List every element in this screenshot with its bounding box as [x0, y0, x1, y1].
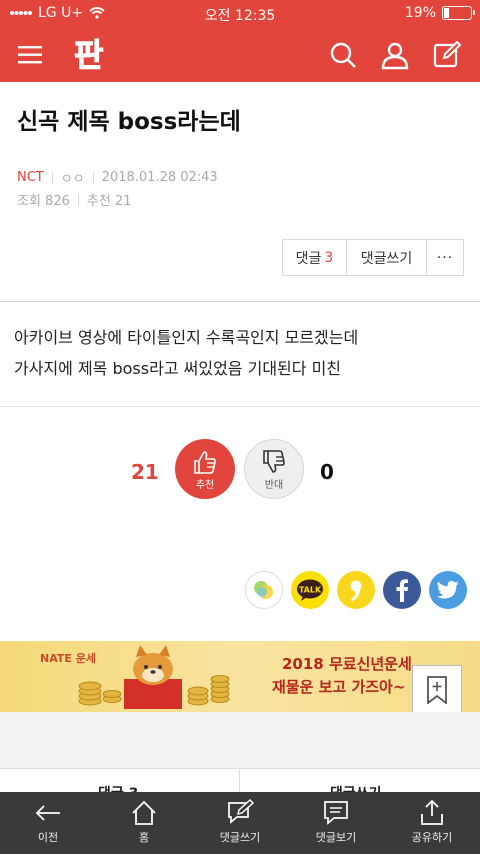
more-button[interactable]: ···: [427, 240, 463, 275]
facebook-f-icon: [396, 579, 408, 602]
post-body: 아카이브 영상에 타이틀인지 수록곡인지 모르겠는데 가사지에 제목 boss라…: [14, 322, 358, 384]
battery-percent: 19%: [404, 5, 436, 21]
post-stats: 조회 826 추천 21: [17, 190, 131, 209]
downvote-count: 0: [320, 460, 334, 484]
battery-fill: [444, 8, 449, 18]
status-bar: LG U+ 오전 12:35 19%: [0, 0, 480, 28]
thumbs-down-icon: [263, 449, 285, 473]
upvote-count: 21: [131, 460, 159, 484]
twitter-icon[interactable]: [429, 571, 467, 609]
tab-divider: [239, 769, 240, 793]
author-link[interactable]: NCT: [17, 170, 44, 185]
nav-share[interactable]: 공유하기: [384, 792, 480, 854]
band-icon[interactable]: [337, 571, 375, 609]
logo-text: 판: [74, 36, 103, 74]
bookmark-plus-icon: [427, 676, 447, 704]
comment-tabs: 댓글 3 댓글쓰기: [0, 768, 480, 802]
views-count: 조회 826: [17, 194, 70, 209]
upvote-button[interactable]: 추천: [175, 439, 235, 499]
section-gap: [0, 712, 480, 768]
kakaotalk-icon[interactable]: TALK: [291, 571, 329, 609]
comment-count: 3: [324, 249, 334, 266]
post-meta: NCT ㅇㅇ 2018.01.28 02:43: [17, 168, 218, 187]
bottom-nav: 이전 홈 댓글쓰기 댓글보기 공유하기: [0, 792, 480, 854]
divider: [0, 406, 480, 407]
body-line: 아카이브 영상에 타이틀인지 수록곡인지 모르겠는데: [14, 328, 359, 347]
ad-banner[interactable]: NATE 운세 2018 무료신년운세 재물운 보고 가즈아~: [0, 641, 480, 712]
nav-back[interactable]: 이전: [0, 792, 96, 854]
recommend-count: 추천 21: [86, 194, 132, 209]
nav-write-comment[interactable]: 댓글쓰기: [192, 792, 288, 854]
dog-coins-illustration-icon: [78, 645, 230, 709]
upvote-label: 추천: [195, 479, 215, 491]
back-arrow-icon: [35, 805, 60, 821]
kakaostory-icon[interactable]: [245, 571, 283, 609]
write-comment-icon: [228, 799, 254, 824]
banner-line1: 2018 무료신년운세: [282, 655, 412, 673]
nav-view-comments-label: 댓글보기: [315, 831, 357, 844]
nav-home-label: 홈: [138, 831, 150, 844]
meta-divider: [92, 171, 94, 184]
facebook-icon[interactable]: [383, 571, 421, 609]
nav-back-label: 이전: [37, 831, 59, 844]
post-datetime: 2018.01.28 02:43: [101, 170, 218, 185]
nav-write-comment-label: 댓글쓰기: [219, 831, 261, 844]
band-comma-icon: [350, 580, 362, 601]
nav-share-label: 공유하기: [411, 831, 453, 844]
nav-home[interactable]: 홈: [96, 792, 192, 854]
bookmark-button[interactable]: [412, 665, 462, 715]
body-line: 가사지에 제목 boss라고 써있었음 기대된다 미친: [14, 359, 342, 378]
comment-button[interactable]: 댓글 3: [283, 240, 347, 275]
banner-line2: 재물운 보고 가즈아~: [272, 678, 406, 696]
divider: [0, 301, 480, 302]
nav-view-comments[interactable]: 댓글보기: [288, 792, 384, 854]
post-action-group: 댓글 3 댓글쓰기 ···: [282, 239, 464, 276]
talk-label: TALK: [299, 586, 322, 595]
kakaostory-glyph-icon: [254, 581, 273, 599]
author-name: ㅇㅇ: [60, 172, 85, 187]
person-icon[interactable]: [380, 40, 410, 70]
logo[interactable]: 판: [72, 34, 112, 75]
thumbs-up-icon: [194, 450, 216, 474]
home-icon: [132, 800, 156, 825]
share-icon: [421, 799, 443, 825]
menu-icon[interactable]: [14, 40, 48, 70]
meta-divider: [77, 193, 79, 206]
search-icon[interactable]: [328, 40, 358, 70]
downvote-button[interactable]: 반대: [244, 439, 304, 499]
edit-icon[interactable]: [432, 40, 462, 70]
status-right: 19%: [404, 5, 475, 21]
post-title: 신곡 제목 boss라는데: [17, 109, 241, 135]
battery-icon: [442, 6, 475, 20]
write-comment-button[interactable]: 댓글쓰기: [347, 240, 427, 275]
logo-mark-icon: 판: [74, 36, 104, 75]
view-comment-icon: [324, 801, 348, 825]
downvote-label: 반대: [264, 479, 284, 491]
twitter-bird-icon: [436, 581, 459, 599]
kakaotalk-bubble-icon: TALK: [297, 579, 323, 601]
meta-divider: [51, 171, 53, 184]
comment-label: 댓글: [295, 250, 322, 267]
top-header: 판: [0, 28, 480, 82]
